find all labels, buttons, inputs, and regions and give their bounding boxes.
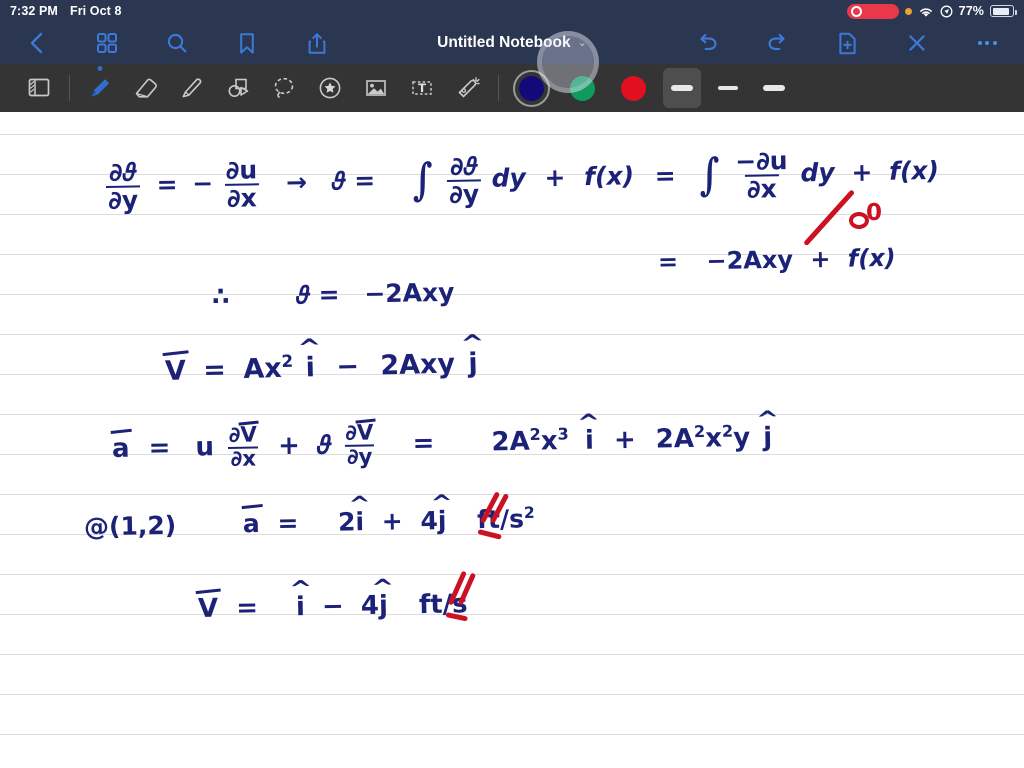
rule-line: [0, 694, 1024, 695]
rule-line: [0, 334, 1024, 335]
chevron-down-icon[interactable]: ⌄: [578, 37, 587, 49]
status-time: 7:32 PM: [10, 4, 58, 18]
notebook-app: 7:32 PM Fri Oct 8 77% Untitled Notebook …: [0, 0, 1024, 768]
shapes-icon[interactable]: [215, 68, 261, 108]
page-style-icon[interactable]: [16, 68, 62, 108]
color-green[interactable]: [570, 75, 595, 101]
screen-record-indicator: [846, 3, 899, 19]
toolbar-divider: [69, 75, 70, 101]
color-navy[interactable]: [513, 69, 550, 107]
handwriting-line-4: V = Ax2 i − 2Axy j: [165, 346, 479, 387]
nav-bar: Untitled Notebook ⌄: [0, 22, 1024, 93]
undo-icon[interactable]: [684, 23, 730, 63]
page-title: Untitled Notebook: [437, 34, 571, 51]
rule-line: [0, 134, 1024, 135]
pen-icon[interactable]: [77, 68, 123, 108]
highlighter-icon[interactable]: [169, 68, 215, 108]
thickness-thick[interactable]: [663, 68, 701, 108]
bookmark-icon[interactable]: [224, 23, 270, 63]
handwriting-line-2: = −2Axy + f(x): [657, 243, 896, 276]
text-box-icon[interactable]: T: [399, 68, 445, 108]
rule-line: [0, 294, 1024, 295]
battery-percent: 77%: [958, 4, 984, 18]
close-icon[interactable]: [894, 23, 940, 63]
back-icon[interactable]: [14, 23, 60, 63]
handwriting-line-3: ∴ 𝜗 = −2Axy: [211, 277, 455, 311]
svg-text:T: T: [418, 81, 426, 95]
search-icon[interactable]: [154, 23, 200, 63]
drawing-toolbar: T: [0, 64, 1024, 112]
thickness-thin[interactable]: [755, 68, 793, 108]
rule-line: [0, 494, 1024, 495]
handwriting-line-7: V = i − 4j ft/s: [198, 589, 468, 624]
redo-icon[interactable]: [754, 23, 800, 63]
handwriting-line-5: a = u ∂V∂x + 𝜗 ∂V∂y = 2A2x3 i + 2A2x2y j: [112, 415, 773, 472]
status-bar: 7:32 PM Fri Oct 8 77%: [0, 0, 1024, 22]
lasso-icon[interactable]: [261, 68, 307, 108]
new-page-icon[interactable]: [824, 23, 870, 63]
more-icon[interactable]: [964, 23, 1010, 63]
grid-icon[interactable]: [84, 23, 130, 63]
image-icon[interactable]: [353, 68, 399, 108]
document-title-button[interactable]: Untitled Notebook ⌄: [437, 34, 587, 52]
rule-line: [0, 574, 1024, 575]
rule-line: [0, 614, 1024, 615]
sticker-icon[interactable]: [307, 68, 353, 108]
handwriting-line-1: ∂𝜗 ∂y = − ∂u ∂x → 𝜗 = ∫ ∂𝜗 ∂y dy + f(x) = ∫…: [105, 146, 940, 215]
rule-line: [0, 414, 1024, 415]
handwriting-line-6: @(1,2) a = 2i + 4j ft/s2: [84, 504, 535, 541]
rule-line: [0, 374, 1024, 375]
share-icon[interactable]: [294, 23, 340, 63]
location-icon: [940, 5, 953, 18]
thickness-medium[interactable]: [709, 68, 747, 108]
orange-privacy-dot: [904, 7, 912, 15]
wifi-icon: [918, 5, 934, 18]
rule-line: [0, 734, 1024, 735]
eraser-icon[interactable]: [123, 68, 169, 108]
color-red[interactable]: [621, 75, 646, 101]
red-zero-annotation: 0: [866, 200, 883, 226]
status-date: Fri Oct 8: [69, 4, 122, 18]
toolbar-divider-2: [498, 75, 499, 101]
notebook-canvas[interactable]: ∂𝜗 ∂y = − ∂u ∂x → 𝜗 = ∫ ∂𝜗 ∂y dy + f(x) = ∫…: [0, 112, 1024, 768]
laser-pointer-icon[interactable]: [445, 68, 491, 108]
battery-icon: [990, 5, 1017, 17]
rule-line: [0, 654, 1024, 655]
